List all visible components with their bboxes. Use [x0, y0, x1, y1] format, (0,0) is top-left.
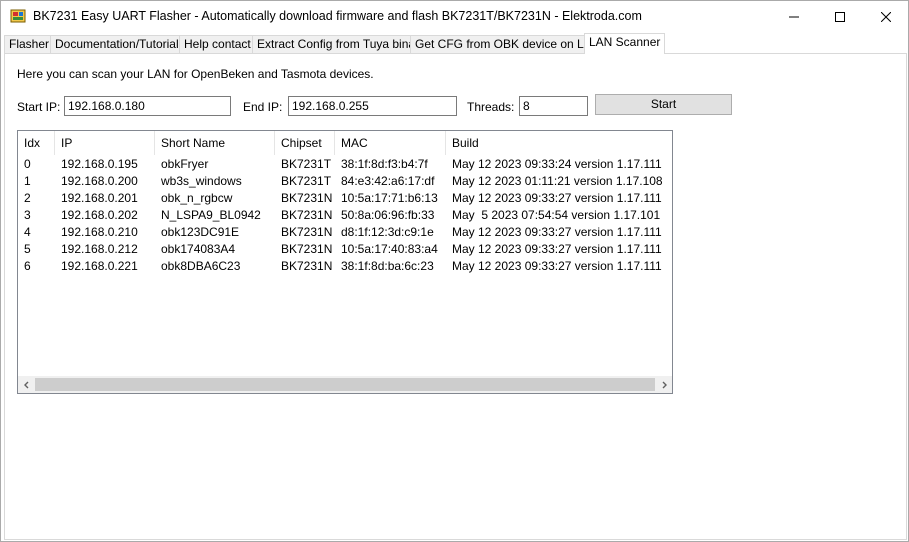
start-button[interactable]: Start: [595, 94, 732, 115]
cell-mac: 84:e3:42:a6:17:df: [341, 174, 435, 188]
cell-idx: 6: [24, 259, 31, 273]
table-row[interactable]: 6 192.168.0.221 obk8DBA6C23 BK7231N 38:1…: [18, 258, 672, 275]
cell-chipset: BK7231N: [281, 242, 333, 256]
cell-chipset: BK7231N: [281, 208, 333, 222]
cell-ip: 192.168.0.202: [61, 208, 138, 222]
minimize-button[interactable]: [771, 1, 817, 32]
cell-build: May 12 2023 09:33:24 version 1.17.111: [452, 157, 662, 171]
cell-ip: 192.168.0.201: [61, 191, 138, 205]
cell-ip: 192.168.0.200: [61, 174, 138, 188]
cell-mac: 10:5a:17:71:b6:13: [341, 191, 438, 205]
tab-extract-config[interactable]: Extract Config from Tuya binary: [252, 35, 431, 53]
tab-flasher[interactable]: Flasher: [4, 35, 55, 53]
cell-idx: 0: [24, 157, 31, 171]
cell-mac: 10:5a:17:40:83:a4: [341, 242, 438, 256]
cell-short-name: obk174083A4: [161, 242, 236, 256]
cell-short-name: obk_n_rgbcw: [161, 191, 233, 205]
cell-short-name: N_LSPA9_BL0942: [161, 208, 261, 222]
lan-scanner-page: Here you can scan your LAN for OpenBeken…: [4, 53, 907, 540]
app-window: BK7231 Easy UART Flasher - Automatically…: [0, 0, 909, 542]
cell-build: May 12 2023 09:33:27 version 1.17.111: [452, 191, 662, 205]
cell-short-name: obk8DBA6C23: [161, 259, 241, 273]
list-rows: 0 192.168.0.195 obkFryer BK7231T 38:1f:8…: [18, 156, 672, 275]
close-icon: [881, 11, 891, 22]
scrollbar-thumb[interactable]: [35, 378, 655, 391]
cell-build: May 12 2023 09:33:27 version 1.17.111: [452, 242, 662, 256]
start-ip-input[interactable]: 192.168.0.180: [64, 96, 231, 116]
cell-chipset: BK7231N: [281, 259, 333, 273]
cell-chipset: BK7231N: [281, 225, 333, 239]
cell-idx: 1: [24, 174, 31, 188]
cell-chipset: BK7231T: [281, 157, 332, 171]
cell-build: May 12 2023 01:11:21 version 1.17.108: [452, 174, 663, 188]
maximize-icon: [835, 11, 845, 22]
table-row[interactable]: 0 192.168.0.195 obkFryer BK7231T 38:1f:8…: [18, 156, 672, 173]
column-header-mac[interactable]: MAC: [335, 131, 446, 155]
scroll-left-button[interactable]: [18, 376, 35, 393]
cell-mac: 38:1f:8d:ba:6c:23: [341, 259, 434, 273]
table-row[interactable]: 4 192.168.0.210 obk123DC91E BK7231N d8:1…: [18, 224, 672, 241]
list-header: Idx IP Short Name Chipset MAC Build: [18, 131, 672, 155]
cell-ip: 192.168.0.221: [61, 259, 138, 273]
cell-ip: 192.168.0.212: [61, 242, 138, 256]
tab-documentation[interactable]: Documentation/Tutorials: [50, 35, 190, 53]
threads-input[interactable]: 8: [519, 96, 588, 116]
cell-build: May 5 2023 07:54:54 version 1.17.101: [452, 208, 661, 222]
table-row[interactable]: 1 192.168.0.200 wb3s_windows BK7231T 84:…: [18, 173, 672, 190]
cell-ip: 192.168.0.210: [61, 225, 138, 239]
maximize-button[interactable]: [817, 1, 863, 32]
cell-idx: 3: [24, 208, 31, 222]
scanner-intro: Here you can scan your LAN for OpenBeken…: [17, 67, 374, 81]
chevron-right-icon: [662, 381, 667, 388]
chevron-left-icon: [23, 381, 28, 388]
minimize-icon: [789, 16, 799, 17]
cell-short-name: obk123DC91E: [161, 225, 240, 239]
cell-build: May 12 2023 09:33:27 version 1.17.111: [452, 259, 662, 273]
table-row[interactable]: 5 192.168.0.212 obk174083A4 BK7231N 10:5…: [18, 241, 672, 258]
window-title: BK7231 Easy UART Flasher - Automatically…: [33, 9, 642, 23]
cell-idx: 2: [24, 191, 31, 205]
cell-chipset: BK7231N: [281, 191, 333, 205]
cell-ip: 192.168.0.195: [61, 157, 138, 171]
tab-help-contact[interactable]: Help contact: [179, 35, 256, 53]
column-header-chipset[interactable]: Chipset: [275, 131, 335, 155]
threads-label: Threads:: [467, 100, 515, 114]
cell-mac: 38:1f:8d:f3:b4:7f: [341, 157, 428, 171]
table-row[interactable]: 3 192.168.0.202 N_LSPA9_BL0942 BK7231N 5…: [18, 207, 672, 224]
cell-build: May 12 2023 09:33:27 version 1.17.111: [452, 225, 662, 239]
start-ip-label: Start IP:: [17, 100, 61, 114]
cell-short-name: wb3s_windows: [161, 174, 242, 188]
column-header-idx[interactable]: Idx: [18, 131, 55, 155]
devices-list[interactable]: Idx IP Short Name Chipset MAC Build 0 19…: [17, 130, 673, 394]
cell-idx: 4: [24, 225, 31, 239]
horizontal-scrollbar[interactable]: [18, 376, 672, 393]
app-icon[interactable]: [10, 9, 26, 23]
column-header-ip[interactable]: IP: [55, 131, 155, 155]
end-ip-label: End IP:: [243, 100, 283, 114]
column-header-build[interactable]: Build: [446, 131, 672, 155]
column-header-short-name[interactable]: Short Name: [155, 131, 275, 155]
tab-strip: Flasher Documentation/Tutorials Help con…: [4, 33, 907, 54]
table-row[interactable]: 2 192.168.0.201 obk_n_rgbcw BK7231N 10:5…: [18, 190, 672, 207]
cell-idx: 5: [24, 242, 31, 256]
cell-mac: 50:8a:06:96:fb:33: [341, 208, 435, 222]
cell-chipset: BK7231T: [281, 174, 332, 188]
end-ip-input[interactable]: 192.168.0.255: [288, 96, 457, 116]
cell-mac: d8:1f:12:3d:c9:1e: [341, 225, 434, 239]
scroll-right-button[interactable]: [655, 376, 672, 393]
cell-short-name: obkFryer: [161, 157, 209, 171]
close-button[interactable]: [863, 1, 909, 32]
tab-lan-scanner[interactable]: LAN Scanner: [584, 33, 666, 54]
tab-get-cfg[interactable]: Get CFG from OBK device on LAN: [410, 35, 606, 53]
title-bar[interactable]: BK7231 Easy UART Flasher - Automatically…: [1, 1, 908, 32]
